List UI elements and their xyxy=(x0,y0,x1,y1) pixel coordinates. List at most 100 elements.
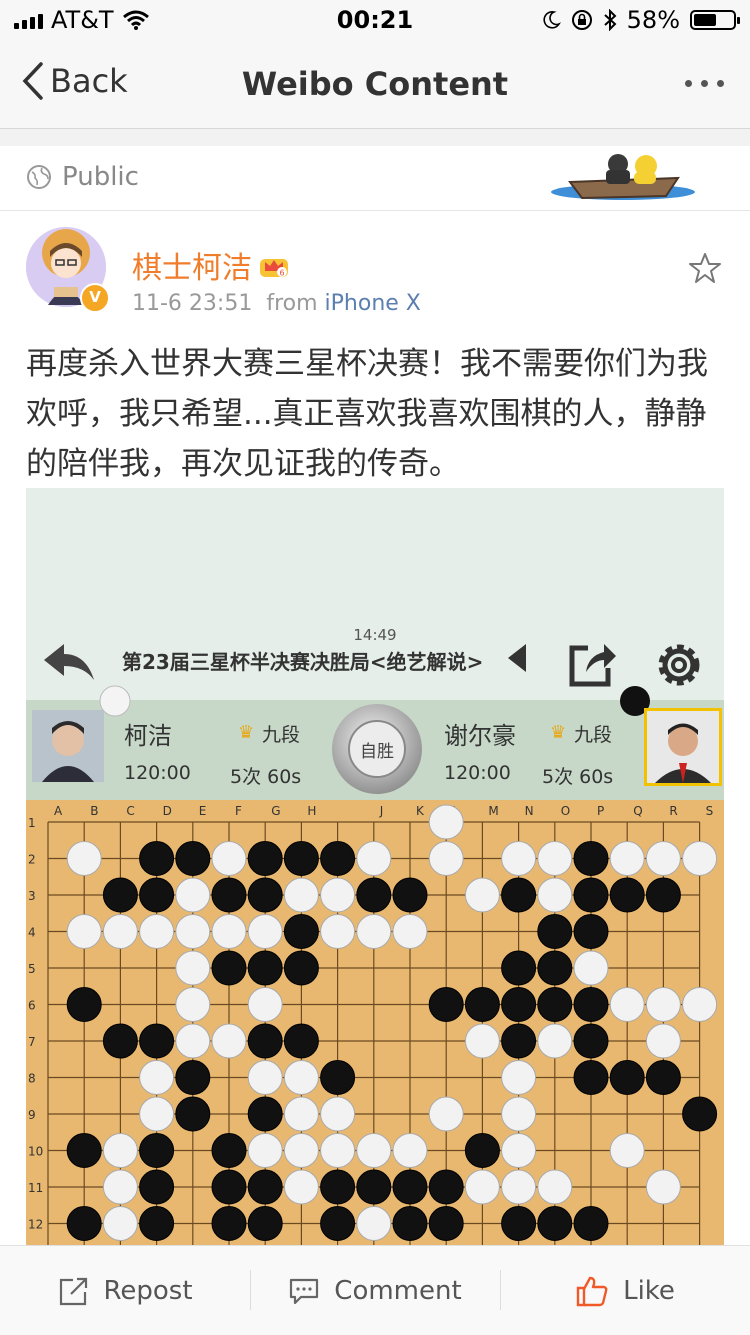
resign-button: 自胜 xyxy=(332,704,422,794)
navigation-bar: Back Weibo Content xyxy=(0,40,750,129)
white-stone xyxy=(464,877,500,913)
black-stone xyxy=(320,1169,356,1205)
players-bar: 柯洁 ♛ 九段 120:00 5次 60s 自胜 谢尔豪 ♛ 九段 120:00… xyxy=(26,685,724,800)
black-stone xyxy=(211,1169,247,1205)
verified-badge: V xyxy=(80,283,110,313)
black-stone xyxy=(537,987,573,1022)
black-stone xyxy=(392,1169,428,1205)
column-label: G xyxy=(271,804,280,818)
like-button[interactable]: Like xyxy=(500,1246,750,1335)
white-stone xyxy=(682,987,718,1022)
black-stone xyxy=(66,1206,102,1241)
white-stone xyxy=(645,841,681,876)
boat-decoration-icon xyxy=(551,154,695,200)
black-stone xyxy=(428,1206,464,1241)
column-label: M xyxy=(488,804,498,818)
black-stone xyxy=(609,1060,645,1095)
black-stone xyxy=(320,1060,356,1095)
white-stone xyxy=(175,877,211,913)
column-label: E xyxy=(199,804,207,818)
black-stone xyxy=(247,877,283,913)
black-stone xyxy=(356,877,392,913)
white-stone xyxy=(428,841,464,876)
black-stone xyxy=(102,1023,138,1059)
white-stone xyxy=(247,914,283,949)
white-stone xyxy=(102,1206,138,1241)
player-right-name: 谢尔豪 xyxy=(444,722,516,750)
white-stone xyxy=(537,1023,573,1059)
white-stone xyxy=(501,1060,537,1095)
black-stone xyxy=(175,841,211,876)
white-stone xyxy=(211,1023,247,1059)
row-label: 5 xyxy=(28,962,36,976)
visibility-row: Public xyxy=(0,146,750,211)
repost-button[interactable]: Repost xyxy=(0,1246,250,1335)
repost-label: Repost xyxy=(103,1275,193,1306)
game-header: 14:49 第23届三星杯半决赛决胜局<绝艺解说> xyxy=(26,488,724,700)
black-stone xyxy=(645,877,681,913)
white-stone xyxy=(356,914,392,949)
from-label: from xyxy=(266,291,318,316)
favorite-star-icon[interactable] xyxy=(688,251,722,285)
black-stone xyxy=(247,1096,283,1132)
white-stone xyxy=(537,841,573,876)
white-stone xyxy=(175,914,211,949)
white-stone xyxy=(645,1169,681,1205)
share-icon xyxy=(569,644,616,687)
black-stone xyxy=(139,1023,175,1059)
post-image[interactable]: 14:49 第23届三星杯半决赛决胜局<绝艺解说> 柯洁 ♛ 九段 120:00… xyxy=(26,488,724,1245)
column-label: Q xyxy=(633,804,642,818)
weibo-post: V 棋士柯洁 6 11-6 23:51 from iPhone X 再度杀入世界… xyxy=(0,211,750,1245)
white-stone xyxy=(66,841,102,876)
post-source[interactable]: iPhone X xyxy=(325,291,421,316)
white-stone xyxy=(283,1096,319,1132)
column-label: F xyxy=(235,804,242,818)
black-stone xyxy=(66,1133,102,1168)
black-stone xyxy=(102,877,138,913)
row-label: 10 xyxy=(28,1145,43,1159)
black-stone xyxy=(283,950,319,986)
black-stone xyxy=(573,1023,609,1059)
row-label: 8 xyxy=(28,1072,36,1086)
column-label: D xyxy=(163,804,172,818)
white-stone xyxy=(139,1060,175,1095)
white-stone xyxy=(501,841,537,876)
white-stone xyxy=(139,1096,175,1132)
comment-button[interactable]: Comment xyxy=(250,1246,500,1335)
game-clock: 14:49 xyxy=(353,626,397,644)
white-stone xyxy=(283,1060,319,1095)
post-meta: 11-6 23:51 from iPhone X xyxy=(132,291,421,316)
column-label: H xyxy=(307,804,316,818)
black-stone xyxy=(283,841,319,876)
rank-crown-icon: ♛ xyxy=(550,722,567,743)
status-bar: AT&T 00:21 58% xyxy=(0,0,750,40)
row-label: 11 xyxy=(28,1181,43,1195)
white-stone xyxy=(102,914,138,949)
comment-icon xyxy=(290,1278,319,1304)
more-options-button[interactable] xyxy=(685,80,724,87)
black-stone xyxy=(247,841,283,876)
avatar[interactable]: V xyxy=(26,227,110,313)
white-stone xyxy=(175,1023,211,1059)
black-stone xyxy=(428,987,464,1022)
white-stone xyxy=(102,1169,138,1205)
player-right-rank: 九段 xyxy=(574,724,613,746)
white-stone xyxy=(464,1023,500,1059)
player-left-time: 120:00 xyxy=(124,762,191,784)
game-title: 第23届三星杯半决赛决胜局<绝艺解说> xyxy=(122,650,484,674)
black-stone xyxy=(501,1206,537,1241)
username-row[interactable]: 棋士柯洁 6 xyxy=(132,243,290,287)
white-stone xyxy=(139,914,175,949)
comment-label: Comment xyxy=(334,1275,462,1306)
black-stone xyxy=(464,1133,500,1168)
post-time: 11-6 23:51 xyxy=(132,291,253,316)
white-stone xyxy=(356,1133,392,1168)
globe-icon xyxy=(27,165,51,189)
black-stone xyxy=(283,914,319,949)
black-stone xyxy=(283,1023,319,1059)
white-stone xyxy=(320,914,356,949)
username[interactable]: 棋士柯洁 xyxy=(132,243,252,287)
black-stone xyxy=(247,1023,283,1059)
white-stone xyxy=(464,1169,500,1205)
bluetooth-icon xyxy=(603,9,617,31)
